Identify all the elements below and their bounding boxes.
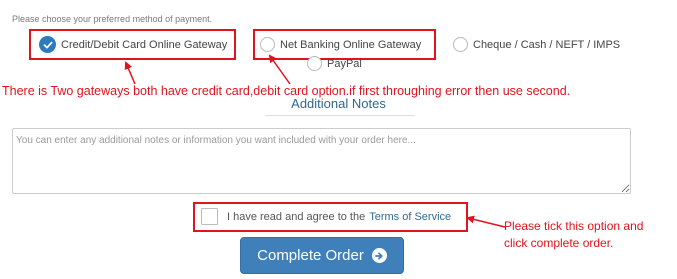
terms-text: I have read and agree to the (227, 210, 366, 223)
terms-row: I have read and agree to the Terms of Se… (201, 208, 451, 225)
arrow-to-net-banking (268, 54, 291, 85)
tick-annotation: Please tick this option and click comple… (504, 218, 643, 252)
terms-checkbox[interactable] (201, 208, 218, 225)
additional-notes-heading: Additional Notes (291, 96, 386, 111)
heading-underline (265, 115, 415, 116)
tick-annotation-line1: Please tick this option and (504, 219, 644, 233)
arrow-to-credit-debit (124, 61, 136, 85)
additional-notes-textarea[interactable] (12, 128, 631, 194)
complete-order-button[interactable]: Complete Order (240, 237, 404, 274)
tick-annotation-line2: click complete order. (504, 236, 614, 250)
arrow-circle-right-icon (371, 248, 387, 263)
terms-of-service-link[interactable]: Terms of Service (369, 211, 451, 223)
arrow-to-terms (466, 215, 506, 228)
complete-order-label: Complete Order (257, 247, 364, 264)
